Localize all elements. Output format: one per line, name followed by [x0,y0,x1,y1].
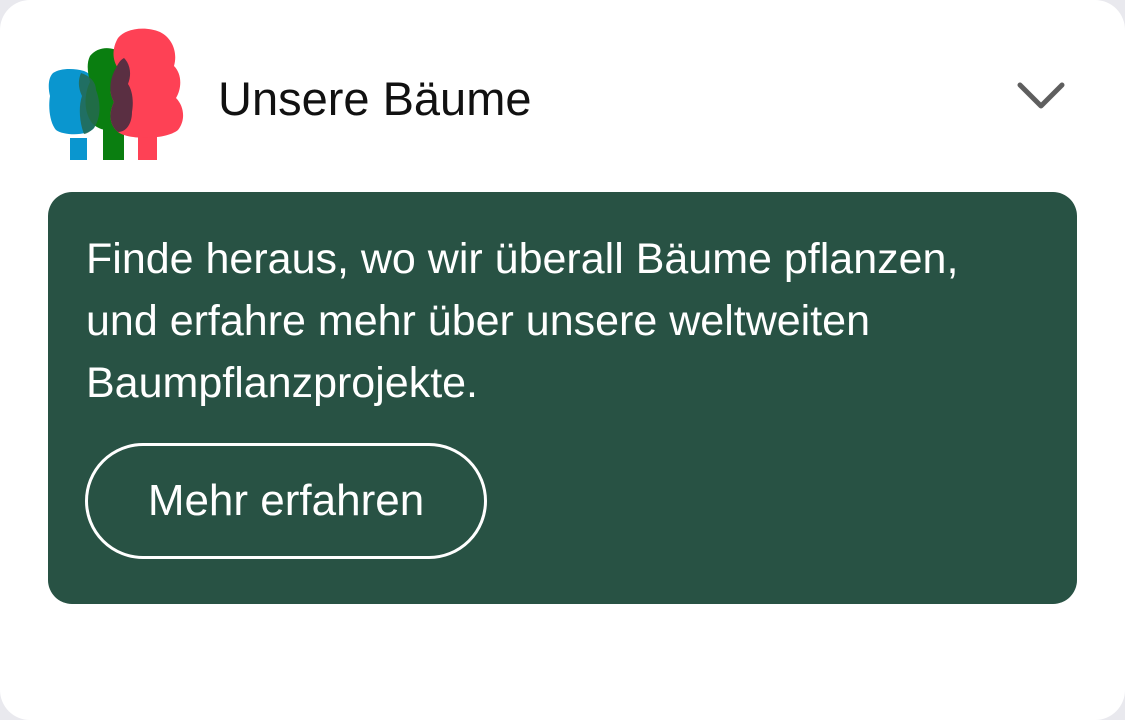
trees-widget-card: Unsere Bäume Finde heraus, wo wir überal… [0,0,1125,720]
info-panel: Finde heraus, wo wir überall Bäume pflan… [48,192,1077,604]
learn-more-button[interactable]: Mehr erfahren [85,443,487,559]
info-description: Finde heraus, wo wir überall Bäume pflan… [86,235,959,407]
widget-header[interactable]: Unsere Bäume [48,28,1077,162]
widget-title: Unsere Bäume [218,72,532,125]
trees-logo-icon [48,28,184,160]
chevron-down-icon[interactable] [1017,81,1065,111]
